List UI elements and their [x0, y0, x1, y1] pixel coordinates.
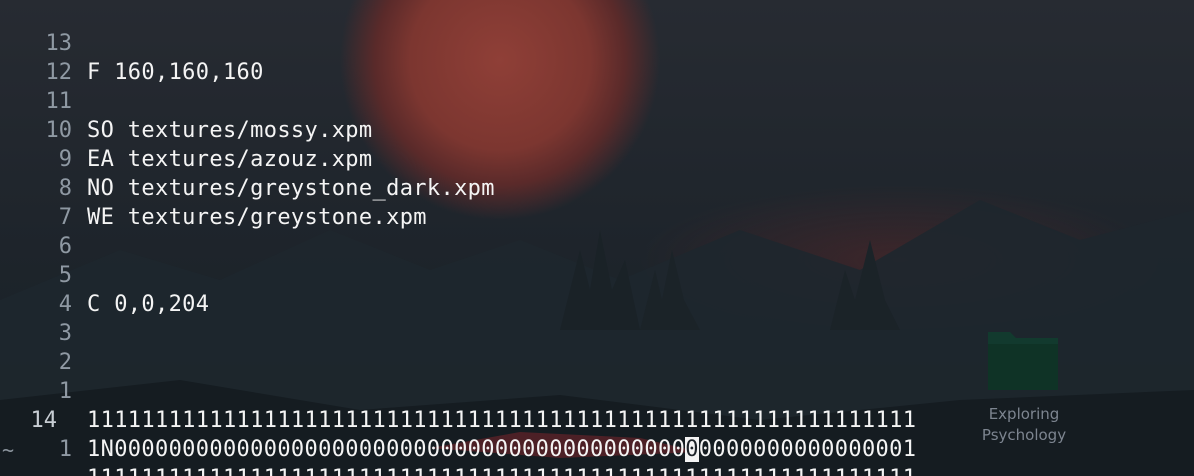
- line-text: C 0,0,204: [87, 292, 210, 317]
- editor-line-current[interactable]: 14 1N00000000000000000000000000000000000…: [0, 377, 916, 462]
- end-of-buffer-marker: ~: [2, 438, 15, 462]
- editor-line: 10 EA textures/azouz.xpm: [0, 87, 373, 172]
- folder-icon: [988, 332, 1058, 390]
- line-text: NO textures/greystone_dark.xpm: [87, 176, 495, 201]
- text-after-cursor: 0000000000000001: [698, 437, 917, 462]
- editor-line: 5 C 0,0,204: [0, 232, 209, 317]
- editor-line: 1 11111111111111111111111111111111111111…: [0, 348, 916, 433]
- line-text: EA textures/azouz.xpm: [87, 147, 373, 172]
- line-text: 1111111111111111111111111111111111111111…: [87, 408, 917, 433]
- editor-line: 4: [0, 261, 72, 317]
- editor-line: 11 SO textures/mossy.xpm: [0, 58, 373, 143]
- line-text: F 160,160,160: [87, 60, 264, 85]
- line-text: SO textures/mossy.xpm: [87, 118, 373, 143]
- text-cursor: 0: [685, 437, 699, 462]
- editor-line: 6: [0, 203, 72, 259]
- editor-line: 12: [0, 29, 73, 85]
- editor-line: 8 WE textures/greystone.xpm: [0, 145, 427, 230]
- editor-line: 7: [0, 174, 72, 230]
- desktop-folder-exploring-psychology[interactable]: Exploring Psychology: [978, 322, 1070, 452]
- editor-line: 1 11111111111111111111111111111111111111…: [0, 406, 916, 476]
- editor-line: 2: [0, 319, 72, 375]
- line-text[interactable]: 1N00000000000000000000000000000000000000…: [87, 435, 916, 464]
- text-before-cursor: 1N00000000000000000000000000000000000000…: [87, 437, 686, 462]
- desktop-icon-label: Exploring Psychology: [981, 405, 1067, 444]
- editor-line: 9 NO textures/greystone_dark.xpm: [0, 116, 495, 201]
- line-text: 1111111111111111111111111111111111111111…: [87, 464, 916, 476]
- editor-line: 3: [0, 290, 72, 346]
- editor-line: 13 F 160,160,160: [0, 0, 264, 85]
- line-text: WE textures/greystone.xpm: [87, 205, 427, 230]
